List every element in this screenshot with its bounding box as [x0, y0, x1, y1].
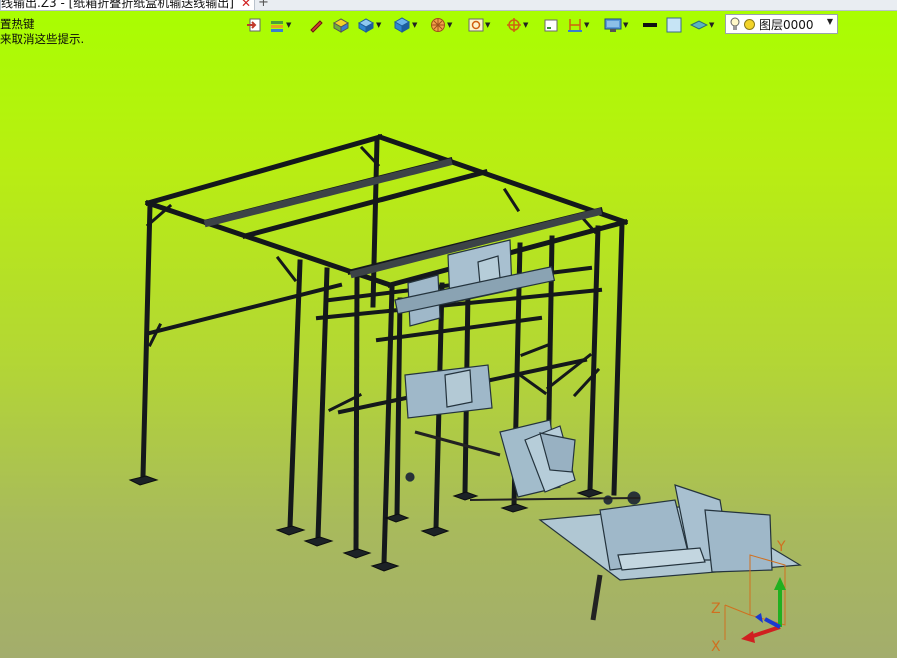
dimension-button[interactable]: ▼: [567, 14, 589, 36]
box-shaded-button[interactable]: [332, 14, 350, 36]
solid-view-icon: [357, 18, 375, 33]
x-axis-arrow: [749, 625, 781, 639]
zoom-fit-icon: [468, 18, 484, 32]
chevron-down-icon: ▼: [826, 17, 833, 26]
layer-manager-icon: [271, 21, 283, 32]
render-style-button[interactable]: ▼: [393, 14, 417, 36]
snap-target-button[interactable]: ▼: [506, 14, 528, 36]
pen-tool-button[interactable]: [308, 14, 324, 36]
x-axis-arrowhead: [741, 631, 755, 643]
import-icon: [247, 18, 261, 32]
layer-manager-button[interactable]: ▼: [269, 14, 291, 36]
sketch-frame-button[interactable]: [543, 14, 559, 36]
import-button[interactable]: [246, 14, 262, 36]
chevron-down-icon: ▼: [623, 21, 629, 29]
fill-color-button[interactable]: [666, 14, 682, 36]
line-color-icon: [643, 23, 657, 27]
y-axis-arrowhead: [774, 577, 786, 590]
snap-target-icon: [507, 18, 521, 32]
z-axis-label: Z: [711, 601, 721, 617]
axes-triad: Y Z X: [711, 539, 786, 655]
frame-structure: [128, 133, 629, 572]
z-axis-arrowhead: [755, 613, 763, 623]
chevron-down-icon: ▼: [376, 21, 382, 29]
chevron-down-icon: ▼: [485, 21, 491, 29]
pen-icon: [310, 20, 323, 33]
x-axis-label: X: [711, 639, 721, 655]
display-screen-button[interactable]: ▼: [604, 14, 628, 36]
chevron-down-icon: ▼: [709, 21, 715, 29]
display-filter-icon: [431, 18, 445, 32]
chevron-down-icon: ▼: [584, 21, 590, 29]
fill-color-icon: [666, 17, 682, 33]
render-style-icon: [393, 17, 411, 33]
y-axis-label: Y: [776, 539, 786, 555]
zoom-fit-button[interactable]: ▼: [468, 14, 490, 36]
chevron-down-icon: ▼: [523, 21, 529, 29]
chevron-down-icon: ▼: [412, 21, 418, 29]
chevron-down-icon: ▼: [447, 21, 453, 29]
display-screen-icon: [604, 18, 622, 32]
box-shaded-icon: [332, 18, 350, 33]
plane-icon: [690, 20, 708, 30]
layer-name: 图层0000: [759, 17, 814, 32]
lightbulb-icon: [730, 17, 740, 30]
layer-color-swatch: [744, 18, 755, 30]
layer-select[interactable]: 图层0000 ▼: [725, 14, 838, 34]
plane-button[interactable]: ▼: [690, 14, 714, 36]
sketch-frame-icon: [544, 19, 558, 32]
chevron-down-icon: ▼: [286, 21, 292, 29]
line-color-button[interactable]: [642, 14, 658, 36]
solid-view-button[interactable]: ▼: [357, 14, 381, 36]
dimension-icon: [568, 19, 582, 32]
display-filter-button[interactable]: ▼: [430, 14, 452, 36]
